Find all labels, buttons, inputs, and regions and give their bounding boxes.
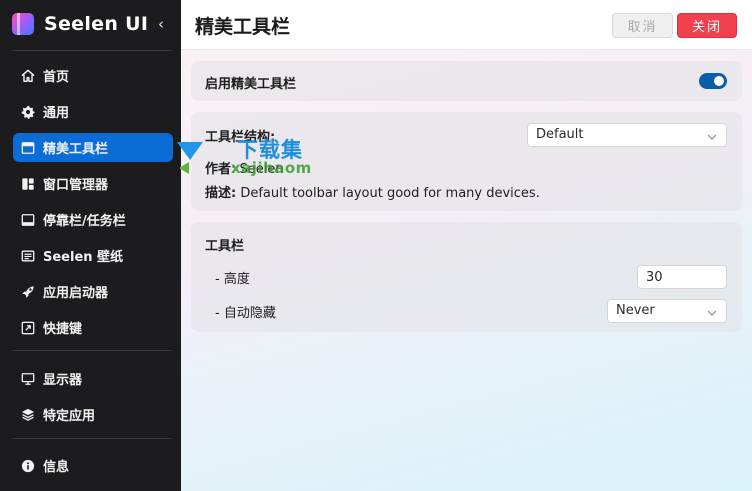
info-icon: [21, 459, 35, 473]
collapse-sidebar-icon[interactable]: ‹: [154, 15, 168, 33]
home-icon: [21, 69, 35, 83]
height-input[interactable]: [637, 265, 727, 289]
sidebar: Seelen UI ‹ 首页 通用 精美工具栏 窗口管理器 停靠栏/任务栏 Se…: [0, 0, 181, 491]
sidebar-item-label: 信息: [43, 460, 70, 475]
structure-label: 工具栏结构:: [205, 130, 276, 145]
sidebar-item-label: 应用启动器: [43, 286, 109, 301]
cancel-button[interactable]: 取消: [612, 13, 673, 38]
sidebar-divider: [12, 50, 172, 51]
toolbar-section-title: 工具栏: [205, 239, 245, 254]
enable-card: 启用精美工具栏: [191, 61, 742, 101]
sidebar-divider: [12, 438, 172, 439]
chevron-down-icon: [706, 129, 718, 141]
height-label: - 高度: [215, 272, 250, 287]
sidebar-divider: [12, 350, 172, 351]
sidebar-item-label: 快捷键: [43, 322, 83, 337]
sidebar-item-app-launcher[interactable]: 应用启动器: [13, 277, 173, 306]
rocket-icon: [21, 285, 35, 299]
sidebar-item-label: 显示器: [43, 373, 83, 388]
sidebar-item-shortcuts[interactable]: 快捷键: [13, 313, 173, 342]
sidebar-item-label: Seelen 壁纸: [43, 250, 124, 265]
author-label: 作者: [205, 162, 232, 177]
sidebar-item-label: 窗口管理器: [43, 178, 109, 193]
close-button[interactable]: 关闭: [677, 13, 737, 38]
shortcut-icon: [21, 321, 35, 335]
monitor-icon: [21, 372, 35, 386]
enable-label: 启用精美工具栏: [205, 77, 297, 92]
window-manager-icon: [21, 177, 35, 191]
seelen-logo-icon: [12, 13, 34, 35]
chevron-down-icon: [706, 305, 718, 317]
app-title: Seelen UI: [44, 13, 149, 35]
sidebar-item-label: 停靠栏/任务栏: [43, 214, 126, 229]
sidebar-item-label: 通用: [43, 106, 70, 121]
toolbar-settings-card: 工具栏 - 高度 - 自动隐藏 Never: [191, 222, 742, 332]
brand: Seelen UI: [12, 13, 148, 35]
toggle-knob: [714, 76, 724, 86]
description-line: 描述: Default toolbar layout good for many…: [205, 182, 540, 201]
wallpaper-icon: [21, 249, 35, 263]
layers-icon: [21, 408, 35, 422]
sidebar-item-home[interactable]: 首页: [13, 61, 173, 90]
autohide-label: - 自动隐藏: [215, 306, 276, 321]
description-value: Default toolbar layout good for many dev…: [240, 186, 540, 201]
sidebar-item-window-manager[interactable]: 窗口管理器: [13, 169, 173, 198]
page-title: 精美工具栏: [195, 16, 291, 38]
author-value: Seelen: [239, 162, 284, 177]
sidebar-item-wallpaper[interactable]: Seelen 壁纸: [13, 241, 173, 270]
enable-toggle[interactable]: [699, 73, 727, 89]
dock-icon: [21, 213, 35, 227]
sidebar-item-fancy-toolbar[interactable]: 精美工具栏: [13, 133, 173, 162]
gear-icon: [21, 105, 35, 119]
sidebar-item-monitors[interactable]: 显示器: [13, 364, 173, 393]
sidebar-item-label: 首页: [43, 70, 70, 85]
sidebar-item-specific-apps[interactable]: 特定应用: [13, 400, 173, 429]
description-label: 描述:: [205, 186, 237, 201]
autohide-select[interactable]: Never: [607, 299, 727, 323]
sidebar-item-info[interactable]: 信息: [13, 451, 173, 480]
sidebar-item-dock[interactable]: 停靠栏/任务栏: [13, 205, 173, 234]
main-panel: 精美工具栏 取消 关闭 启用精美工具栏 工具栏结构: Default 作者: S…: [181, 0, 752, 491]
autohide-select-value: Never: [616, 303, 655, 318]
author-line: 作者: Seelen: [205, 162, 284, 177]
sidebar-item-label: 精美工具栏: [43, 142, 109, 157]
toolbar-icon: [21, 141, 35, 155]
structure-card: 工具栏结构: Default 作者: Seelen 描述: Default to…: [191, 112, 742, 211]
structure-select[interactable]: Default: [527, 123, 727, 147]
structure-select-value: Default: [536, 127, 584, 142]
sidebar-item-general[interactable]: 通用: [13, 97, 173, 126]
page-header: 精美工具栏 取消 关闭: [181, 0, 752, 50]
sidebar-item-label: 特定应用: [43, 409, 96, 424]
